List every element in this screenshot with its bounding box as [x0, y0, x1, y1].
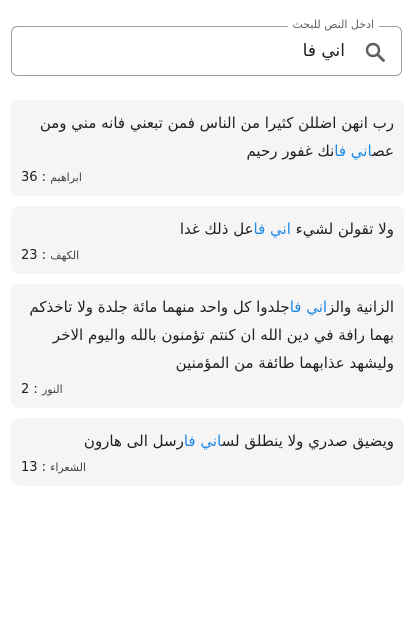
result-card[interactable]: ولا تقولن لشيء اني فاعل ذلك غدا 23 : الكه…: [11, 206, 404, 274]
sura-name: الكهف: [50, 249, 80, 262]
verse-number: 36: [21, 170, 38, 185]
reference-separator: :: [37, 248, 51, 263]
sura-name: النور: [41, 383, 63, 396]
reference-separator: :: [37, 170, 51, 185]
sura-name: الشعراء: [50, 461, 87, 474]
result-card[interactable]: رب انهن اضللن كثيرا من الناس فمن تبعني ف…: [11, 100, 404, 196]
search-icon[interactable]: [363, 40, 387, 64]
verse-number: 13: [21, 460, 38, 475]
search-label: ادخل النص للبحث: [287, 18, 379, 31]
verse-reference: 23 : الكهف: [21, 245, 394, 267]
verse-segment: الزانية والز: [327, 298, 394, 316]
verse-text: الزانية والزاني فاجلدوا كل واحد منهما ما…: [21, 293, 394, 377]
verse-text: ويضيق صدري ولا ينطلق لساني فارسل الى هار…: [21, 427, 394, 455]
reference-separator: :: [37, 460, 51, 475]
verse-segment: ويضيق صدري ولا ينطلق لس: [221, 432, 394, 450]
verse-highlight: اني فا: [334, 142, 373, 160]
result-card[interactable]: الزانية والزاني فاجلدوا كل واحد منهما ما…: [11, 284, 404, 408]
search-field[interactable]: ادخل النص للبحث: [11, 18, 402, 76]
verse-highlight: اني فا: [289, 298, 328, 316]
reference-separator: :: [29, 382, 42, 397]
search-input[interactable]: [45, 36, 345, 66]
verse-segment: رسل الى هارون: [83, 432, 184, 450]
verse-segment: عل ذلك غدا: [179, 220, 254, 238]
verse-text: ولا تقولن لشيء اني فاعل ذلك غدا: [21, 215, 394, 243]
verse-highlight: اني فا: [253, 220, 291, 238]
verse-highlight: اني فا: [183, 432, 222, 450]
verse-text: رب انهن اضللن كثيرا من الناس فمن تبعني ف…: [21, 109, 394, 165]
verse-reference: 36 : ابراهيم: [21, 167, 394, 189]
result-card[interactable]: ويضيق صدري ولا ينطلق لساني فارسل الى هار…: [11, 418, 404, 486]
sura-name: ابراهيم: [50, 171, 82, 184]
verse-reference: 2 : النور: [21, 379, 394, 401]
verse-reference: 13 : الشعراء: [21, 457, 394, 479]
verse-segment: ولا تقولن لشيء: [290, 220, 394, 238]
verse-number: 23: [21, 248, 38, 263]
verse-segment: نك غفور رحيم: [246, 142, 335, 160]
results-list: رب انهن اضللن كثيرا من الناس فمن تبعني ف…: [11, 100, 404, 496]
